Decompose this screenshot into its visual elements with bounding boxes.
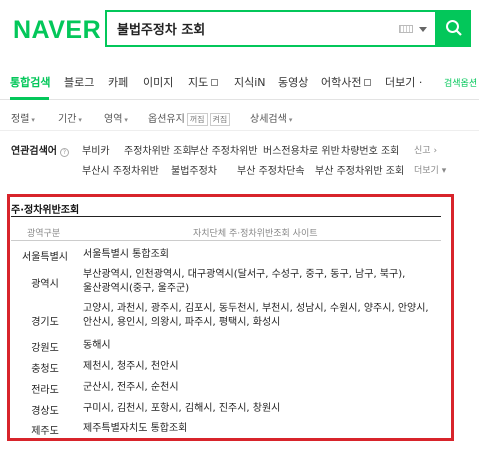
report-label: 신고	[414, 146, 431, 156]
cities-cell: 부산광역시, 인천광역시, 대구광역시(달서구, 수성구, 중구, 동구, 남구…	[83, 268, 433, 296]
report-link[interactable]: 신고 ›	[414, 143, 437, 156]
search-icon	[446, 20, 462, 36]
tab-dictionary-label: 어학사전	[321, 76, 362, 89]
cities-cell: 구미시, 김천시, 포항시, 김해시, 진주시, 창원시	[83, 402, 433, 416]
tab-cafe[interactable]: 카페	[108, 74, 128, 90]
sort-label: 정렬	[11, 114, 30, 125]
search-options-link[interactable]: 검색옵션	[444, 76, 477, 89]
column-header-sites: 자치단체 주·정차위반조회 사이트	[193, 229, 318, 239]
active-tab-indicator	[10, 97, 49, 100]
tab-video[interactable]: 동영상	[278, 74, 308, 90]
option-keep-label: 옵션유지	[148, 114, 185, 125]
cities-line[interactable]: 안산시, 용인시, 의왕시, 파주시, 평택시, 화성시	[83, 316, 433, 330]
option-on-chip[interactable]: 켜짐	[209, 113, 231, 126]
tab-image[interactable]: 이미지	[143, 74, 173, 90]
cities-line[interactable]: 제주특별자치도 통합조회	[83, 422, 433, 436]
column-header-region: 광역구분	[27, 229, 61, 239]
tab-all[interactable]: 통합검색	[10, 74, 50, 90]
tab-more[interactable]: 더보기 ·	[385, 74, 422, 90]
more-link[interactable]: 더보기 ▾	[414, 163, 446, 176]
divider	[11, 240, 441, 241]
filter-bar: 정렬 ▾ 기간 ▾ 영역 ▾ 옵션유지 꺼짐 켜짐 상세검색 ▾	[0, 101, 479, 131]
chevron-down-icon: ▾	[124, 116, 128, 124]
cities-cell: 제주특별자치도 통합조회	[83, 422, 433, 436]
tab-map[interactable]: 지도	[188, 74, 219, 90]
detail-search-label: 상세검색	[250, 114, 287, 125]
related-item[interactable]: 차량번호 조회	[341, 142, 399, 157]
cities-cell: 제천시, 청주시, 천안시	[83, 360, 433, 374]
external-link-icon	[211, 79, 219, 86]
help-icon[interactable]: ?	[60, 148, 69, 157]
related-item[interactable]: 불법주정차	[171, 162, 217, 177]
related-item[interactable]: 부산 주정차위반 조회	[315, 162, 404, 177]
region-cell: 경상도	[31, 406, 59, 417]
tab-map-label: 지도	[188, 76, 209, 89]
option-off-chip[interactable]: 꺼짐	[186, 113, 208, 126]
chevron-down-icon[interactable]	[419, 27, 427, 32]
related-item[interactable]: 부비카	[82, 142, 110, 157]
chevron-down-icon: ▾	[441, 166, 447, 176]
tab-kin[interactable]: 지식iN	[234, 74, 266, 90]
keyboard-icon[interactable]	[399, 25, 413, 33]
related-item[interactable]: 주정차위반 조회	[124, 142, 192, 157]
cities-cell: 고양시, 과천시, 광주시, 김포시, 동두천시, 부천시, 성남시, 수원시,…	[83, 302, 433, 330]
related-item[interactable]: 부산 주정차단속	[237, 162, 305, 177]
sort-dropdown[interactable]: 정렬 ▾	[11, 110, 35, 125]
region-cell: 충청도	[31, 364, 59, 375]
header: NAVER 불법주정차 조회	[0, 0, 479, 60]
external-link-icon	[364, 79, 372, 86]
detail-search-dropdown[interactable]: 상세검색 ▾	[250, 110, 292, 125]
region-cell: 경기도	[31, 317, 59, 328]
chevron-down-icon: ▾	[288, 116, 293, 124]
option-keep: 옵션유지 꺼짐 켜짐	[148, 110, 231, 126]
cities-line[interactable]: 군산시, 전주시, 순천시	[83, 381, 433, 395]
related-item[interactable]: 부산시 주정차위반	[82, 162, 159, 177]
area-label: 영역	[104, 114, 123, 125]
region-cell: 광역시	[31, 279, 59, 290]
cities-line[interactable]: 부산광역시, 인천광역시, 대구광역시(달서구, 수성구, 중구, 동구, 남구…	[83, 268, 433, 282]
more-label: 더보기	[414, 166, 439, 176]
tab-blog[interactable]: 블로그	[64, 74, 94, 90]
region-cell: 서울특별시	[22, 252, 68, 263]
tab-dictionary[interactable]: 어학사전	[321, 74, 372, 90]
chevron-right-icon: ›	[433, 146, 438, 156]
search-button[interactable]	[437, 10, 471, 47]
cities-line[interactable]: 울산광역시(중구, 울주군)	[83, 282, 433, 296]
area-dropdown[interactable]: 영역 ▾	[104, 110, 128, 125]
chevron-down-icon: ▾	[31, 116, 35, 124]
related-searches-title: 연관검색어?	[11, 142, 69, 157]
chevron-down-icon: ▾	[78, 116, 82, 124]
period-label: 기간	[58, 114, 77, 125]
related-title-text: 연관검색어	[11, 146, 57, 157]
cities-line[interactable]: 고양시, 과천시, 광주시, 김포시, 동두천시, 부천시, 성남시, 수원시,…	[83, 302, 433, 316]
search-tabs: 통합검색 블로그 카페 이미지 지도 지식iN 동영상 어학사전 더보기 · 검…	[0, 60, 479, 100]
related-item[interactable]: 부산 주정차위반	[190, 142, 258, 157]
cities-line[interactable]: 동해시	[83, 339, 433, 353]
region-cell: 강원도	[31, 343, 59, 354]
search-box[interactable]: 불법주정차 조회	[105, 10, 437, 47]
related-item[interactable]: 버스전용차로 위반	[263, 142, 340, 157]
cities-cell: 동해시	[83, 339, 433, 353]
period-dropdown[interactable]: 기간 ▾	[58, 110, 82, 125]
cities-cell: 서울특별시 통합조회	[83, 248, 433, 262]
table-title: 주·정차위반조회	[11, 205, 80, 216]
cities-line[interactable]: 서울특별시 통합조회	[83, 248, 433, 262]
region-cell: 전라도	[31, 385, 59, 396]
region-cell: 제주도	[31, 426, 59, 437]
cities-line[interactable]: 제천시, 청주시, 천안시	[83, 360, 433, 374]
naver-logo[interactable]: NAVER	[13, 16, 101, 45]
search-input[interactable]: 불법주정차 조회	[117, 19, 397, 39]
divider	[11, 216, 441, 217]
cities-cell: 군산시, 전주시, 순천시	[83, 381, 433, 395]
cities-line[interactable]: 구미시, 김천시, 포항시, 김해시, 진주시, 창원시	[83, 402, 433, 416]
